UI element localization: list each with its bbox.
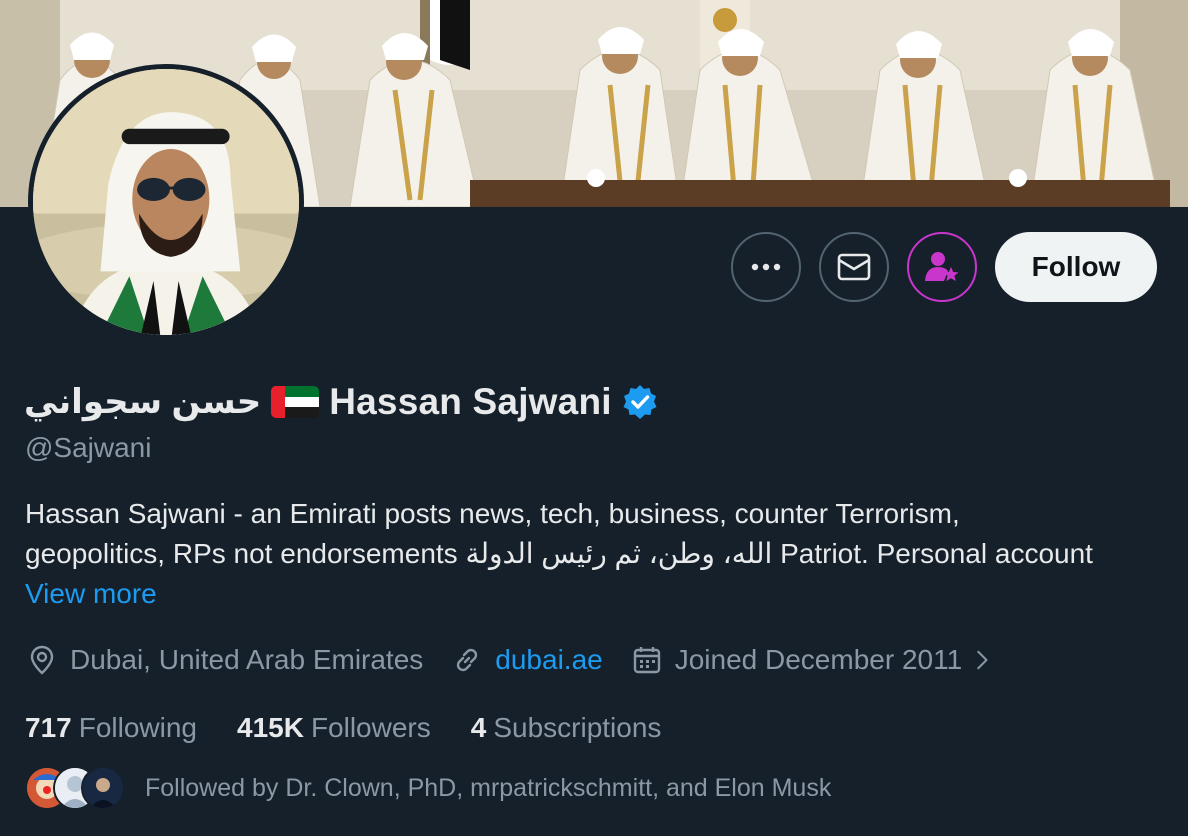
subscriptions-count: 4 xyxy=(470,712,487,743)
location-text: Dubai, United Arab Emirates xyxy=(70,644,424,675)
bio-line-2: geopolitics, RPs not endorsements الله، … xyxy=(25,534,1165,574)
followed-by-row[interactable]: Followed by Dr. Clown, PhD, mrpatricksch… xyxy=(25,766,831,810)
profile-bio: Hassan Sajwani - an Emirati posts news, … xyxy=(25,494,1165,574)
view-more-link[interactable]: View more xyxy=(25,578,157,610)
display-name: Hassan Sajwani xyxy=(329,381,612,422)
follow-button[interactable]: Follow xyxy=(995,232,1157,302)
subscriptions-link[interactable]: 4 Subscriptions xyxy=(471,712,662,744)
following-label: Following xyxy=(78,712,197,743)
subscribe-person-star-icon xyxy=(925,252,959,281)
location-item: Dubai, United Arab Emirates xyxy=(26,644,423,676)
bio-line-2-start: geopolitics, RPs not endorsements xyxy=(25,538,466,569)
profile-avatar[interactable] xyxy=(28,64,304,340)
following-link[interactable]: 717 Following xyxy=(25,712,197,744)
follower-avatar xyxy=(81,766,125,810)
followers-link[interactable]: 415K Followers xyxy=(237,712,431,744)
arabic-display-name: حسن سجواني xyxy=(24,383,262,421)
verified-badge-icon[interactable] xyxy=(622,384,658,420)
followed-by-text: Followed by Dr. Clown, PhD, mrpatricksch… xyxy=(145,773,832,802)
website-link[interactable]: dubai.ae xyxy=(495,644,602,676)
calendar-icon xyxy=(633,647,660,674)
profile-stats: 717 Following 415K Followers 4 Subscription… xyxy=(25,708,701,748)
following-count: 717 xyxy=(25,712,72,743)
bio-arabic-text: الله، وطن، ثم رئيس الدولة xyxy=(465,538,773,569)
chevron-right-icon xyxy=(977,650,988,670)
bio-line-1: Hassan Sajwani - an Emirati posts news, … xyxy=(25,498,960,529)
bio-line-2-end: Patriot. Personal account xyxy=(772,538,1093,569)
joined-text: Joined December 2011 xyxy=(674,644,963,675)
more-button[interactable] xyxy=(731,232,801,302)
envelope-icon xyxy=(837,253,871,281)
more-horizontal-icon xyxy=(751,263,781,271)
subscriptions-label: Subscriptions xyxy=(493,712,662,743)
followers-label: Followers xyxy=(310,712,431,743)
subscribe-button[interactable] xyxy=(907,232,977,302)
profile-name-row: حسن سجواني Hassan Sajwani xyxy=(24,376,658,428)
message-button[interactable] xyxy=(819,232,889,302)
uae-flag-icon xyxy=(271,386,320,418)
link-icon xyxy=(457,648,478,672)
profile-handle: @Sajwani xyxy=(25,432,152,463)
website-item[interactable]: dubai.ae xyxy=(451,644,603,676)
followers-count: 415K xyxy=(237,712,304,743)
avatar-image xyxy=(33,69,299,335)
profile-meta: Dubai, United Arab Emirates dubai.ae Joi… xyxy=(26,640,1022,680)
joined-item[interactable]: Joined December 2011 xyxy=(631,644,994,676)
followed-by-avatars xyxy=(25,766,125,810)
location-pin-icon xyxy=(30,645,54,675)
